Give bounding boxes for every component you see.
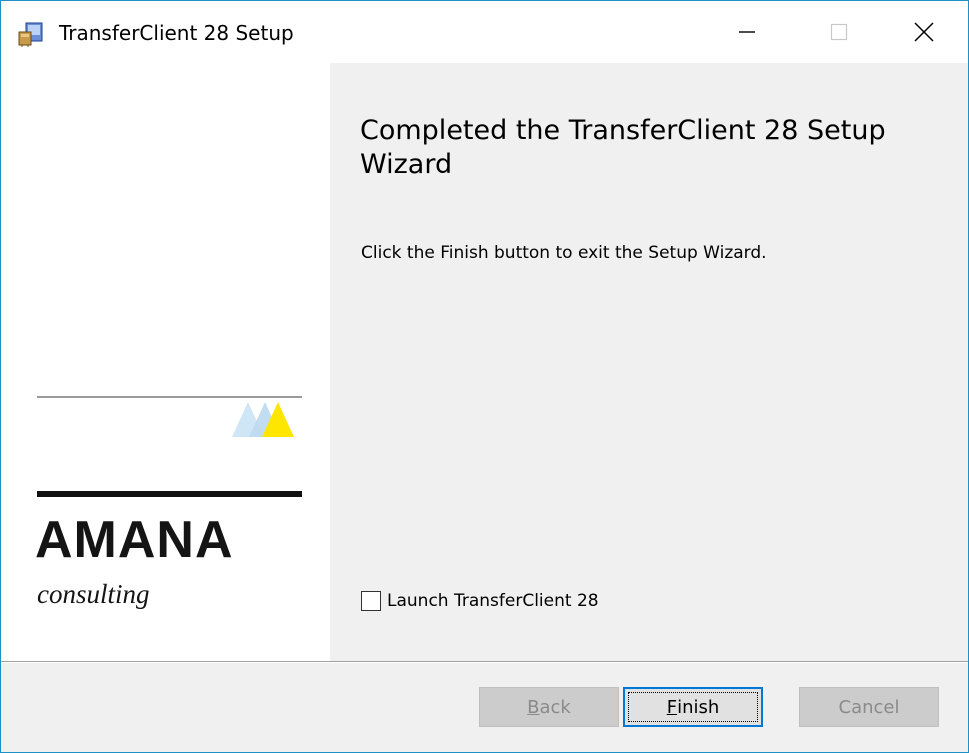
launch-option[interactable]: Launch TransferClient 28 [361,589,599,613]
title-bar[interactable]: TransferClient 28 Setup [1,1,968,63]
minimize-button[interactable] [701,1,793,63]
brand-divider-thick [37,491,302,497]
back-button: Back [479,687,619,727]
branding-panel: AMANA consulting [1,63,330,661]
brand-logo-name: AMANA [35,511,234,569]
focus-ring [628,692,758,722]
window-title: TransferClient 28 Setup [59,21,294,45]
brand-logo-subtitle: consulting [37,579,150,609]
back-button-label: ack [539,696,571,718]
close-icon [914,22,934,42]
setup-window: TransferClient 28 Setup AMANA consulting… [0,0,969,753]
brand-triangles-icon [232,402,294,437]
maximize-button [793,1,885,63]
back-button-mnemonic: B [527,696,540,718]
close-button[interactable] [878,1,968,63]
button-bar: Back Finish Cancel [1,663,968,752]
launch-checkbox-label[interactable]: Launch TransferClient 28 [387,589,599,613]
maximize-icon [830,23,848,41]
minimize-icon [739,31,755,33]
page-title: Completed the TransferClient 28 Setup Wi… [360,115,886,180]
brand-divider-thin [37,396,302,398]
installer-icon [17,20,45,48]
content-panel: Completed the TransferClient 28 Setup Wi… [330,63,968,661]
launch-checkbox[interactable] [361,591,381,611]
cancel-button-label: Cancel [838,696,900,718]
cancel-button: Cancel [799,687,939,727]
finish-button[interactable]: Finish [623,687,763,727]
finish-message: Click the Finish button to exit the Setu… [361,243,767,263]
